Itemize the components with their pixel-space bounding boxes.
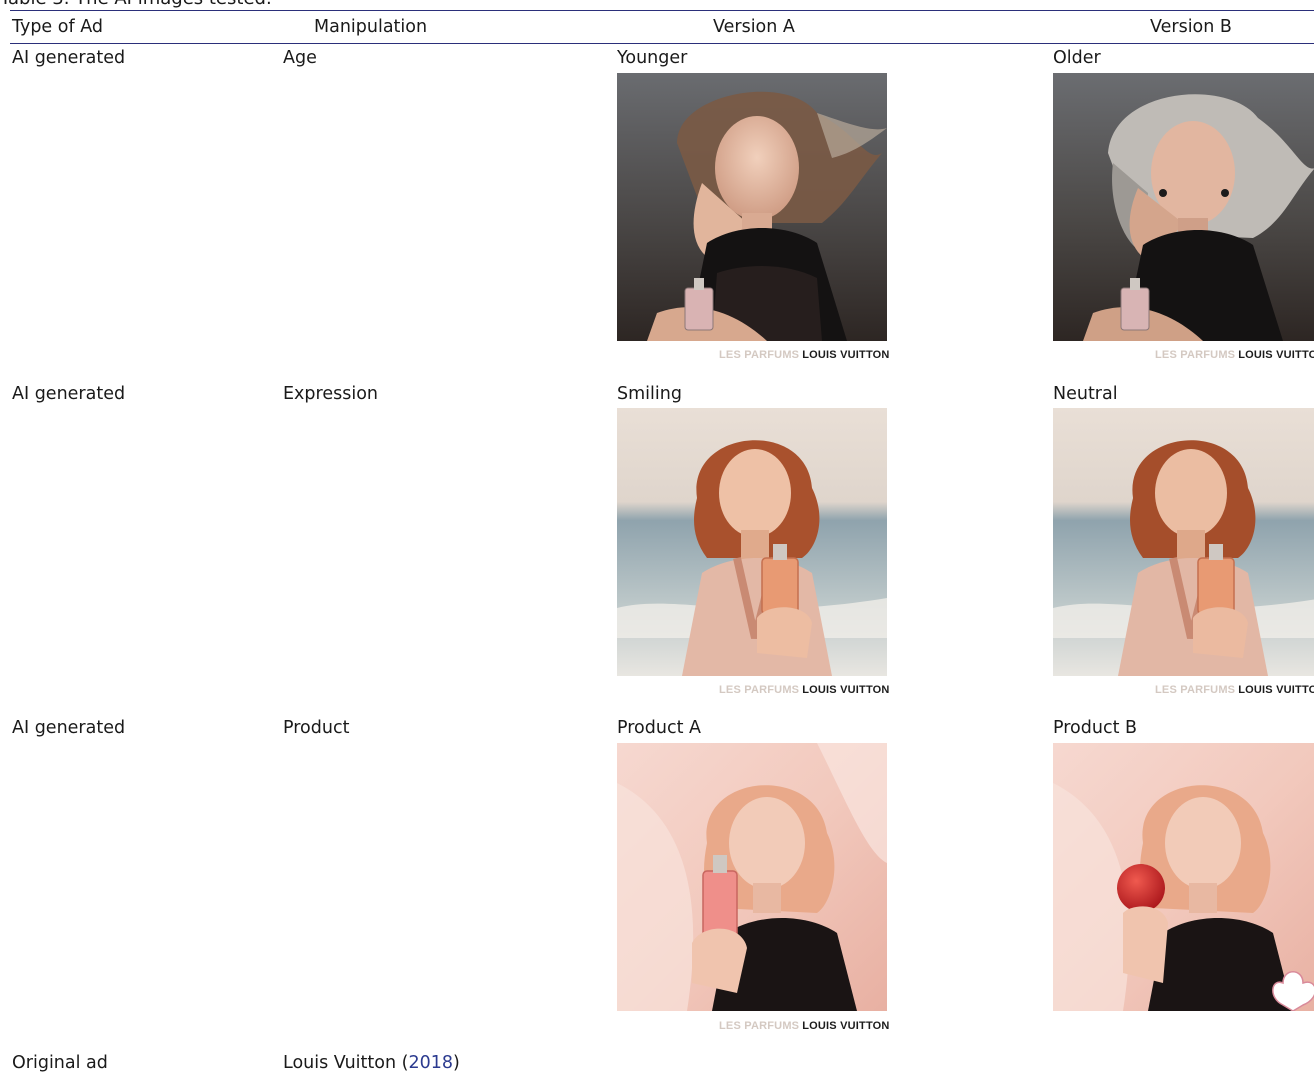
header-version-a: Version A	[713, 17, 795, 37]
ad-image-smiling	[617, 408, 887, 676]
brand-watermark: LES PARFUMS LOUIS VUITTON	[719, 1020, 890, 1032]
ad-illustration-neutral	[1053, 408, 1314, 676]
ad-image-neutral	[1053, 408, 1314, 676]
header-version-b: Version B	[1150, 17, 1232, 37]
ad-illustration-older	[1053, 73, 1314, 341]
cell-version-b-label: Neutral	[1053, 384, 1118, 404]
brand-watermark: LES PARFUMS LOUIS VUITTO	[1155, 684, 1314, 696]
ad-image-product-a	[617, 743, 887, 1011]
table-caption: Table 3. The AI images tested.	[0, 0, 360, 8]
ad-image-younger	[617, 73, 887, 341]
cell-source: Louis Vuitton (2018)	[283, 1053, 460, 1073]
table-top-rule	[10, 10, 1314, 11]
ad-illustration-younger	[617, 73, 887, 341]
ad-illustration-smiling	[617, 408, 887, 676]
header-type-of-ad: Type of Ad	[12, 17, 103, 37]
citation-link[interactable]: 2018	[408, 1053, 453, 1073]
cell-type: AI generated	[12, 48, 126, 68]
cell-type: AI generated	[12, 384, 126, 404]
cell-version-a-label: Product A	[617, 718, 701, 738]
cell-version-b-label: Older	[1053, 48, 1101, 68]
cell-type: Original ad	[12, 1053, 108, 1073]
cell-manipulation: Product	[283, 718, 350, 738]
ad-illustration-product-a	[617, 743, 887, 1011]
brand-watermark: LES PARFUMS LOUIS VUITTON	[719, 349, 890, 361]
ad-image-product-b	[1053, 743, 1314, 1011]
ad-illustration-product-b	[1053, 743, 1314, 1011]
table-header-rule	[10, 43, 1314, 44]
ad-image-older	[1053, 73, 1314, 341]
brand-watermark: LES PARFUMS LOUIS VUITTO	[1155, 349, 1314, 361]
table-page: Table 3. The AI images tested. Type of A…	[0, 0, 1314, 1075]
table-header-row: Type of Ad Manipulation Version A Versio…	[0, 14, 1314, 42]
brand-watermark: LES PARFUMS LOUIS VUITTON	[719, 684, 890, 696]
cell-version-a-label: Younger	[617, 48, 688, 68]
cell-version-a-label: Smiling	[617, 384, 682, 404]
cell-type: AI generated	[12, 718, 126, 738]
cell-manipulation: Expression	[283, 384, 378, 404]
cell-version-b-label: Product B	[1053, 718, 1138, 738]
cell-manipulation: Age	[283, 48, 317, 68]
header-manipulation: Manipulation	[314, 17, 428, 37]
